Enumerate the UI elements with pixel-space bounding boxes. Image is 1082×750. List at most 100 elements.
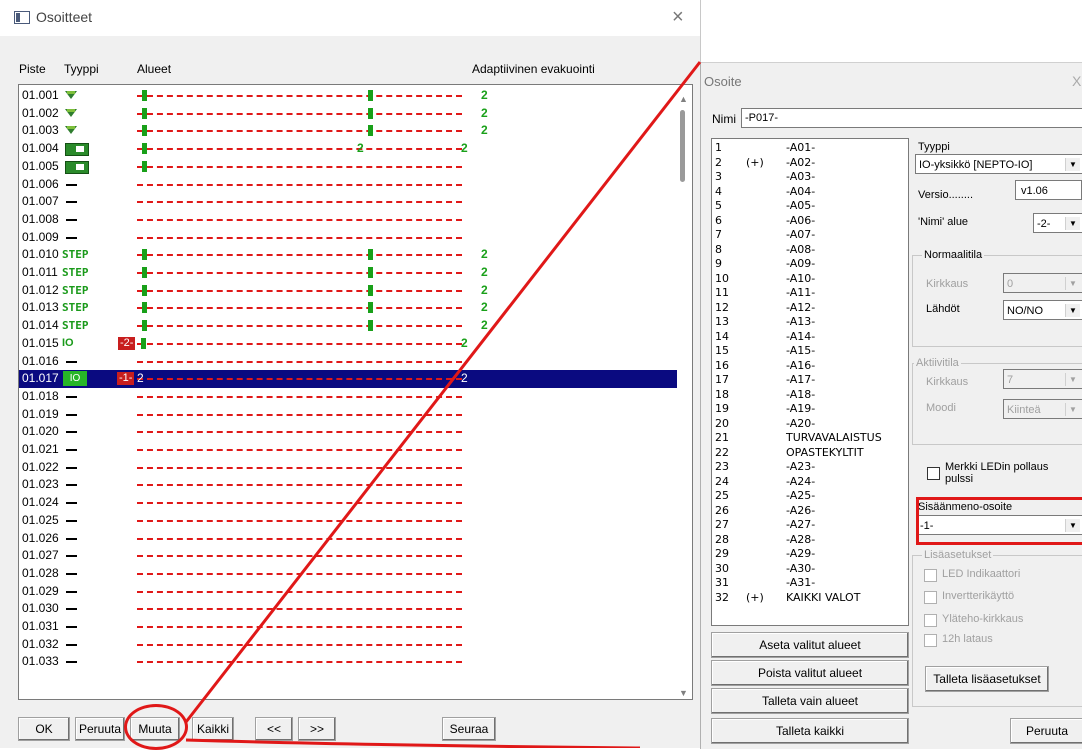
list-scrollbar[interactable] [677, 95, 689, 695]
led-poll-checkbox[interactable] [927, 467, 940, 480]
dialog-close-icon[interactable]: X [1072, 73, 1081, 89]
table-row[interactable]: 01.0051 [19, 158, 677, 176]
list-item[interactable]: 28 -A28- [712, 533, 908, 546]
chevron-down-icon[interactable]: ▼ [1065, 158, 1080, 171]
address-list[interactable]: 01.00111201.00211201.00311201.00412201.0… [18, 84, 693, 700]
list-item[interactable]: 32 (+) KAIKKI VALOT [712, 591, 908, 604]
name-area-select[interactable]: -2- ▼ [1033, 213, 1082, 233]
table-row[interactable]: 01.018 [19, 388, 677, 406]
table-row[interactable]: 01.002112 [19, 105, 677, 123]
table-row[interactable]: 01.025 [19, 512, 677, 530]
list-item[interactable]: 27 -A27- [712, 519, 908, 531]
area-num: 12 [715, 300, 729, 314]
save-areas-only-button[interactable]: Talleta vain alueet [711, 688, 909, 714]
table-row[interactable]: 01.011STEP112 [19, 264, 677, 282]
list-item[interactable]: 13 -A13- [712, 316, 908, 328]
list-item[interactable]: 10 -A10- [712, 272, 908, 285]
close-icon[interactable]: × [672, 6, 684, 29]
chevron-down-icon[interactable]: ▼ [1065, 304, 1080, 317]
table-row[interactable]: 01.010STEP112 [19, 246, 677, 264]
table-row[interactable]: 01.019 [19, 406, 677, 424]
table-row[interactable]: 01.027 [19, 547, 677, 565]
list-item[interactable]: 14 -A14- [712, 330, 908, 343]
set-selected-areas-button[interactable]: Aseta valitut alueet [711, 632, 909, 658]
table-row[interactable]: 01.032 [19, 636, 677, 654]
list-item[interactable]: 23 -A23- [712, 461, 908, 473]
list-item[interactable]: 29 -A29- [712, 548, 908, 560]
table-row[interactable]: 01.022 [19, 459, 677, 477]
list-item[interactable]: 9 -A09- [712, 258, 908, 270]
table-row[interactable]: 01.030 [19, 600, 677, 618]
column-header-alueet[interactable]: Alueet [137, 62, 171, 76]
table-row[interactable]: 01.024 [19, 494, 677, 512]
table-row[interactable]: 01.003112 [19, 122, 677, 140]
table-row[interactable]: 01.008 [19, 211, 677, 229]
chevron-down-icon[interactable]: ▼ [1065, 217, 1080, 230]
table-row[interactable]: 01.026 [19, 530, 677, 548]
follow-button[interactable]: Seuraa [442, 717, 496, 741]
table-row[interactable]: 01.016 [19, 353, 677, 371]
next-button[interactable]: >> [298, 717, 336, 741]
list-item[interactable]: 11 -A11- [712, 287, 908, 299]
previous-button[interactable]: << [255, 717, 293, 741]
table-row[interactable]: 01.021 [19, 441, 677, 459]
cancel-button[interactable]: Peruuta [75, 717, 125, 741]
scroll-up-icon[interactable]: ▲ [679, 94, 688, 104]
list-item[interactable]: 8 -A08- [712, 243, 908, 256]
list-item[interactable]: 16 -A16- [712, 359, 908, 372]
table-row[interactable]: 01.001112 [19, 87, 677, 105]
table-row[interactable]: 01.033 [19, 653, 677, 671]
column-header-piste[interactable]: Piste [19, 62, 46, 76]
table-row[interactable]: 01.013STEP112 [19, 299, 677, 317]
type-select[interactable]: IO-yksikkö [NEPTO-IO] ▼ [915, 154, 1082, 174]
all-button[interactable]: Kaikki [192, 717, 234, 741]
table-row[interactable]: 01.020 [19, 423, 677, 441]
save-all-button[interactable]: Talleta kaikki [711, 718, 909, 744]
column-header-tyyppi[interactable]: Tyyppi [64, 62, 99, 76]
list-item[interactable]: 1 -A01- [712, 142, 908, 154]
table-row[interactable]: 01.028 [19, 565, 677, 583]
save-additional-settings-button[interactable]: Talleta lisäasetukset [925, 666, 1049, 692]
list-item[interactable]: 31 -A31- [712, 577, 908, 589]
list-item[interactable]: 21 TURVAVALAISTUS [712, 432, 908, 444]
scroll-down-icon[interactable]: ▼ [679, 688, 688, 698]
list-item[interactable]: 17 -A17- [712, 374, 908, 386]
list-item[interactable]: 6 -A06- [712, 214, 908, 227]
list-item[interactable]: 5 -A05- [712, 200, 908, 212]
list-item[interactable]: 2 (+) -A02- [712, 156, 908, 169]
list-item[interactable]: 22 OPASTEKYLTIT [712, 446, 908, 459]
list-item[interactable]: 30 -A30- [712, 562, 908, 575]
area-list[interactable]: 1 -A01- 2 (+) -A02- 3 -A03- 4 -A04- 5 -A05- 6 -A06- 7… [711, 138, 909, 626]
table-row[interactable]: 01.007 [19, 193, 677, 211]
list-item[interactable]: 15 -A15- [712, 345, 908, 357]
table-row[interactable]: 01.004122 [19, 140, 677, 158]
table-row[interactable]: 01.015IO-2-12 [19, 335, 677, 353]
list-item[interactable]: 25 -A25- [712, 490, 908, 502]
list-item[interactable]: 19 -A19- [712, 403, 908, 415]
dialog-cancel-button[interactable]: Peruuta [1010, 718, 1082, 744]
normal-state-title: Normaalitila [922, 249, 985, 261]
list-item[interactable]: 12 -A12- [712, 300, 908, 314]
table-row[interactable]: 01.006 [19, 176, 677, 194]
list-item[interactable]: 26 -A26- [712, 504, 908, 517]
annotation-rectangle [916, 497, 1082, 545]
list-item[interactable]: 24 -A24- [712, 475, 908, 488]
list-item[interactable]: 7 -A07- [712, 229, 908, 241]
ok-button[interactable]: OK [18, 717, 70, 741]
scroll-thumb[interactable] [680, 110, 685, 182]
remove-selected-areas-button[interactable]: Poista valitut alueet [711, 660, 909, 686]
table-row[interactable]: 01.029 [19, 583, 677, 601]
table-row[interactable]: 01.023 [19, 476, 677, 494]
name-input[interactable]: -P017- [741, 108, 1082, 128]
table-row[interactable]: 01.017 IO -1- 2 2 [19, 370, 677, 388]
outputs-select[interactable]: NO/NO ▼ [1003, 300, 1082, 320]
table-row[interactable]: 01.009 [19, 229, 677, 247]
table-row[interactable]: 01.031 [19, 618, 677, 636]
table-row[interactable]: 01.012STEP112 [19, 282, 677, 300]
list-item[interactable]: 3 -A03- [712, 171, 908, 183]
table-row[interactable]: 01.014STEP112 [19, 317, 677, 335]
list-item[interactable]: 4 -A04- [712, 185, 908, 198]
column-header-adaptive[interactable]: Adaptiivinen evakuointi [472, 62, 595, 76]
list-item[interactable]: 20 -A20- [712, 417, 908, 430]
list-item[interactable]: 18 -A18- [712, 388, 908, 401]
